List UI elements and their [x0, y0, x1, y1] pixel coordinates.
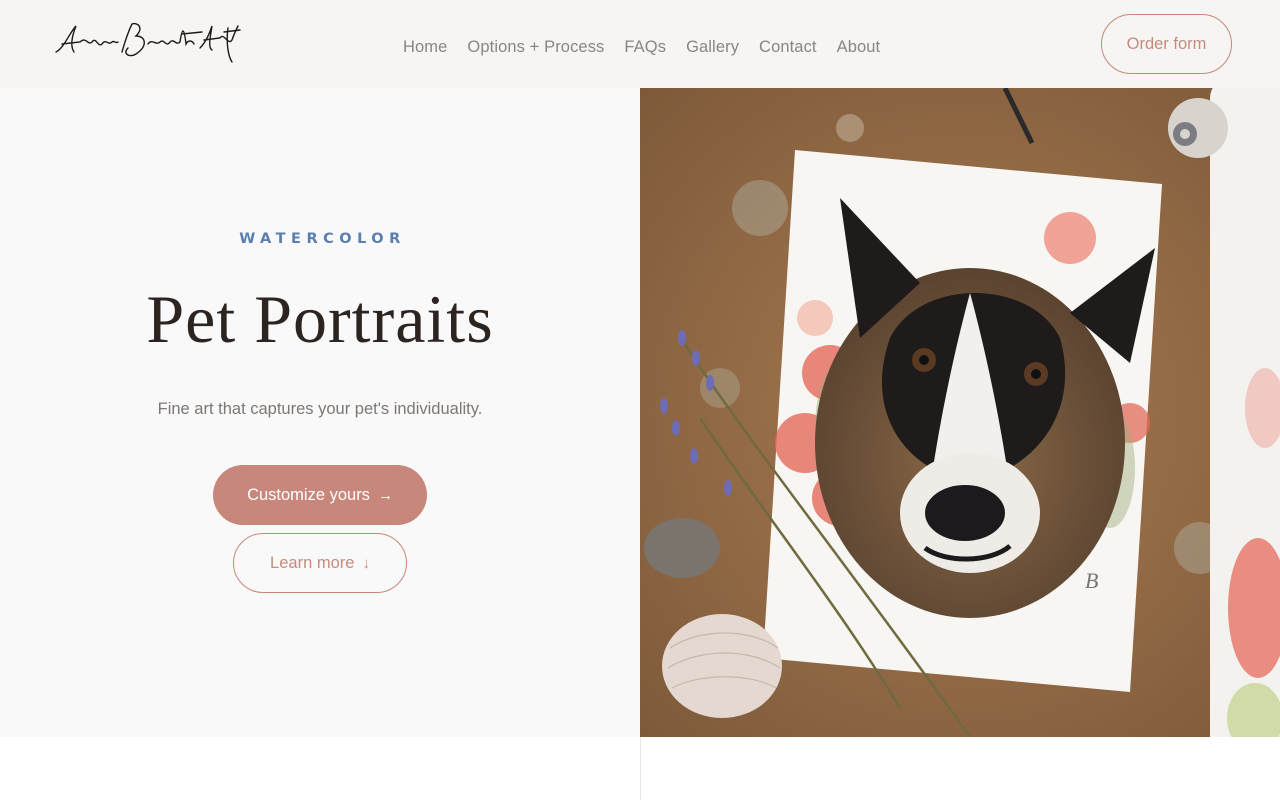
section-divider: [640, 737, 641, 800]
hero-subtitle: Fine art that captures your pet's indivi…: [157, 400, 483, 418]
dog-watercolor-photo: B: [640, 88, 1280, 737]
page-title: Pet Portraits: [146, 281, 494, 357]
nav-about[interactable]: About: [837, 38, 881, 57]
nav-gallery[interactable]: Gallery: [686, 38, 739, 57]
svg-text:B: B: [1085, 568, 1098, 593]
arrow-down-icon: ↓: [362, 554, 370, 572]
learn-more-button-label: Learn more: [270, 553, 355, 572]
site-header: Home Options + Process FAQs Gallery Cont…: [0, 0, 1280, 88]
customize-button-label: Customize yours: [247, 485, 370, 504]
customize-button[interactable]: Customize yours →: [213, 465, 427, 525]
arrow-right-icon: →: [377, 486, 393, 504]
learn-more-button[interactable]: Learn more ↓: [233, 533, 407, 593]
hero-eyebrow: WATERCOLOR: [239, 231, 406, 247]
hero-section: WATERCOLOR Pet Portraits Fine art that c…: [0, 88, 640, 737]
nav-home[interactable]: Home: [403, 38, 447, 57]
nav-contact[interactable]: Contact: [759, 38, 817, 57]
hero-image: B: [640, 88, 1280, 737]
order-form-button[interactable]: Order form: [1101, 14, 1232, 74]
main-nav: Home Options + Process FAQs Gallery Cont…: [403, 38, 880, 57]
logo-signature[interactable]: [52, 18, 242, 68]
nav-faqs[interactable]: FAQs: [624, 38, 666, 57]
nav-options-process[interactable]: Options + Process: [467, 38, 604, 57]
